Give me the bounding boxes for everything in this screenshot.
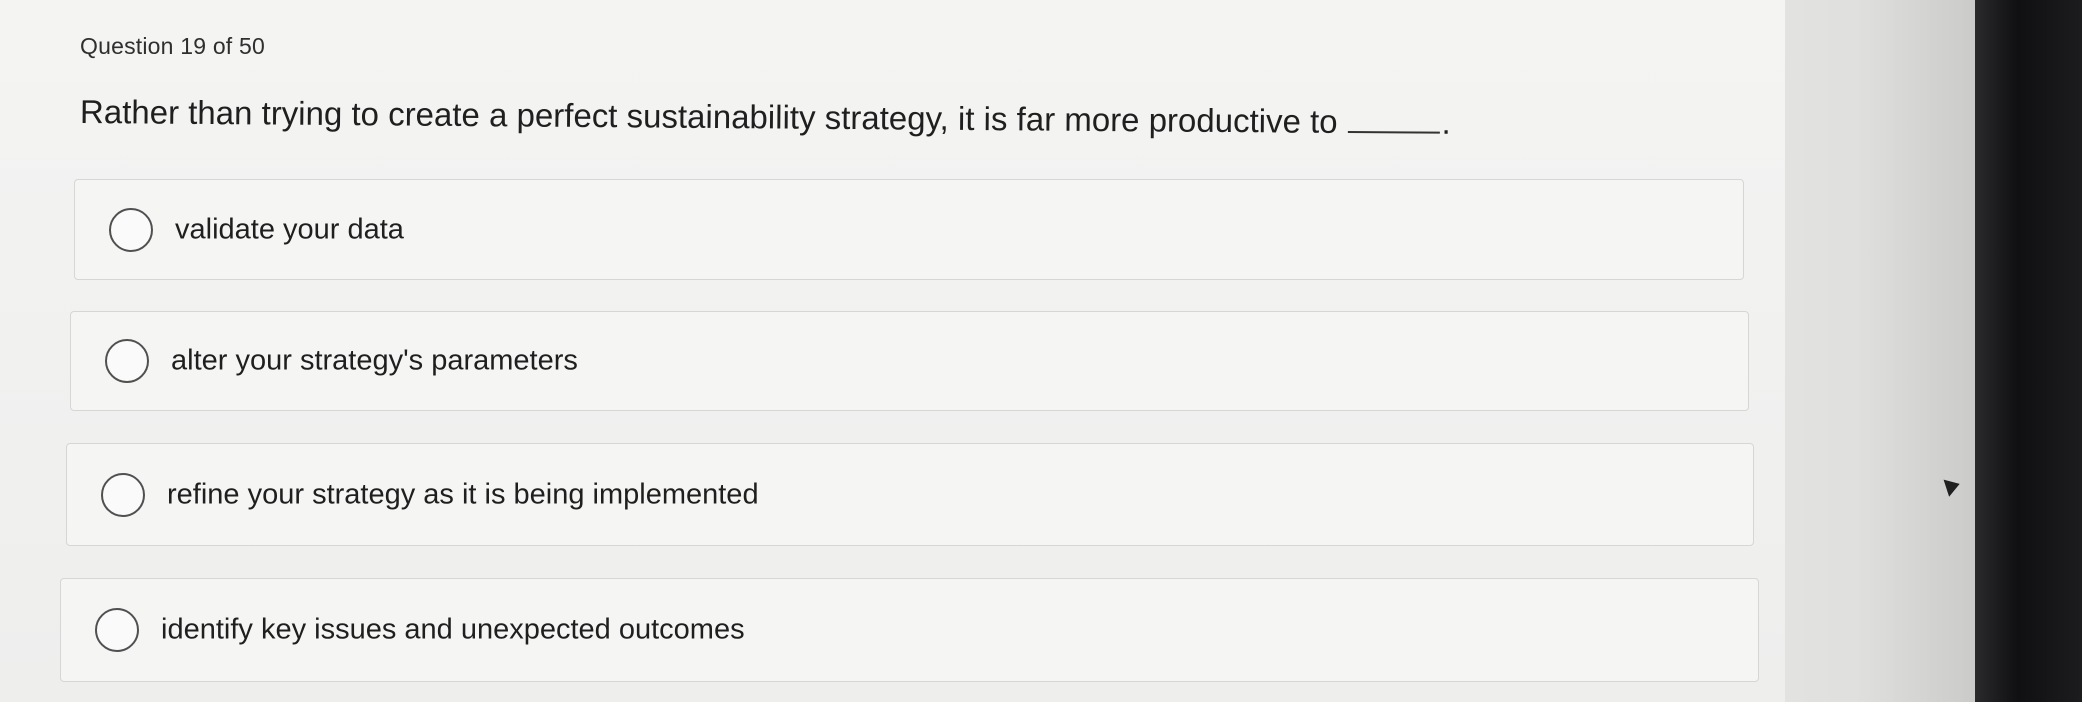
answer-option-2[interactable]: alter your strategy's parameters (70, 311, 1749, 411)
radio-button-icon[interactable] (109, 207, 153, 252)
answer-option-3[interactable]: refine your strategy as it is being impl… (66, 443, 1754, 546)
answer-option-1[interactable]: validate your data (74, 179, 1744, 280)
answer-option-label: refine your strategy as it is being impl… (167, 478, 759, 510)
monitor-bezel (1975, 0, 2082, 702)
quiz-panel: Question 19 of 50 Rather than trying to … (0, 0, 1785, 702)
screen: Question 19 of 50 Rather than trying to … (0, 0, 1975, 702)
side-panel (1785, 0, 1975, 702)
answer-option-label: validate your data (175, 213, 404, 245)
mouse-cursor-icon (1943, 475, 1963, 497)
answer-option-label: alter your strategy's parameters (171, 344, 578, 377)
radio-button-icon[interactable] (105, 339, 149, 383)
answer-option-4[interactable]: identify key issues and unexpected outco… (60, 578, 1759, 682)
answer-option-label: identify key issues and unexpected outco… (161, 613, 745, 646)
radio-button-icon[interactable] (101, 472, 145, 517)
answer-options: validate your data alter your strategy's… (0, 0, 1785, 702)
radio-button-icon[interactable] (95, 608, 139, 652)
